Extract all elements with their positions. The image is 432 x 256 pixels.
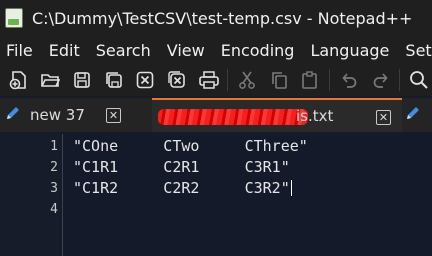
menu-search[interactable]: Search <box>88 41 159 60</box>
window-title: C:\Dummy\TestCSV\test-temp.csv - Notepad… <box>32 8 413 28</box>
undo-icon[interactable] <box>336 67 362 93</box>
toolbar-separator <box>227 69 229 91</box>
tab-bar: new 37 ✕ is.txt ✕ <box>0 98 432 132</box>
tab-next[interactable] <box>402 98 432 132</box>
tab-label: is.txt <box>296 107 334 125</box>
menu-settings[interactable]: Settin <box>397 41 432 60</box>
editor-area[interactable]: 1 "COne CTwo CThree" 2 "C1R1 C2R1 C3R1" … <box>0 134 432 256</box>
menu-view[interactable]: View <box>159 41 213 60</box>
line-text[interactable]: "C1R1 C2R1 C3R1" <box>73 158 290 176</box>
paste-icon[interactable] <box>298 67 324 93</box>
copy-icon[interactable] <box>266 67 292 93</box>
pencil-icon <box>4 104 22 126</box>
menu-file[interactable]: File <box>0 41 41 60</box>
line-text[interactable]: "COne CTwo CThree" <box>73 137 308 155</box>
toolbar-separator <box>399 69 401 91</box>
tab-commands-txt[interactable]: is.txt ✕ <box>152 98 402 132</box>
menu-encoding[interactable]: Encoding <box>213 41 303 60</box>
pencil-icon <box>404 104 422 126</box>
toolbar <box>0 64 432 96</box>
redo-icon[interactable] <box>368 67 394 93</box>
tab-close-icon[interactable]: ✕ <box>376 110 391 125</box>
line-text[interactable]: "C1R2 C2R2 C3R2" <box>73 179 292 197</box>
close-icon[interactable] <box>133 67 159 93</box>
tab-label-redacted: is.txt <box>158 107 334 125</box>
tab-new-37[interactable]: new 37 ✕ <box>0 98 152 132</box>
editor-line[interactable]: 2 "C1R1 C2R1 C3R1" <box>0 157 432 178</box>
redaction-scribble <box>158 109 308 125</box>
print-icon[interactable] <box>196 67 222 93</box>
line-number: 1 <box>50 139 58 154</box>
save-all-icon[interactable] <box>101 67 127 93</box>
line-number: 2 <box>50 160 58 175</box>
new-file-icon[interactable] <box>6 67 32 93</box>
menu-bar: File Edit Search View Encoding Language … <box>0 36 432 64</box>
find-icon[interactable] <box>406 67 432 93</box>
editor-line-current[interactable]: 3 "C1R2 C2R2 C3R2" <box>0 178 432 199</box>
close-all-icon[interactable] <box>164 67 190 93</box>
tab-label: new 37 <box>30 106 85 124</box>
menu-language[interactable]: Language <box>302 41 397 60</box>
cut-icon[interactable] <box>234 67 260 93</box>
toolbar-separator <box>329 69 331 91</box>
line-number: 3 <box>50 181 58 196</box>
menu-edit[interactable]: Edit <box>41 41 88 60</box>
notepadpp-app-icon <box>5 8 23 28</box>
open-file-icon[interactable] <box>38 67 64 93</box>
line-number: 4 <box>50 202 58 217</box>
save-icon[interactable] <box>69 67 95 93</box>
title-bar: C:\Dummy\TestCSV\test-temp.csv - Notepad… <box>0 0 432 36</box>
editor-line[interactable]: 4 <box>0 199 432 220</box>
tab-close-icon[interactable]: ✕ <box>106 108 121 123</box>
editor-line[interactable]: 1 "COne CTwo CThree" <box>0 136 432 157</box>
